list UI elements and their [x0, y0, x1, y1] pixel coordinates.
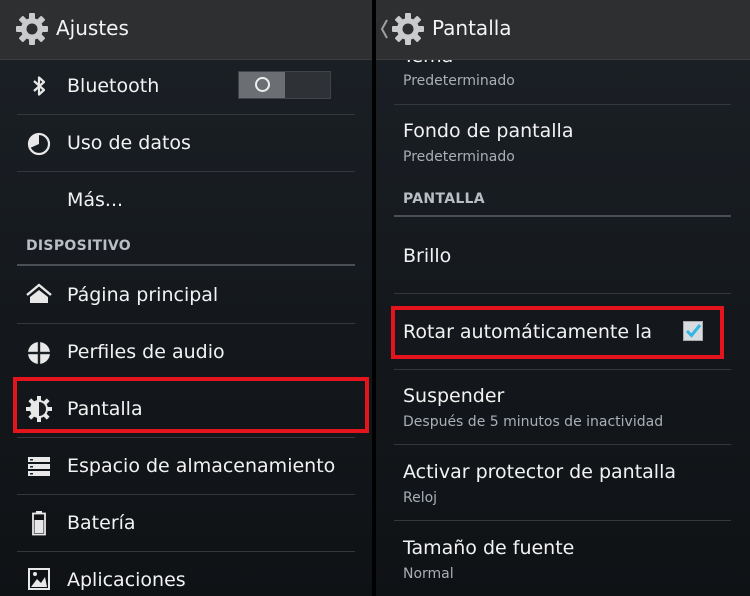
- settings-gear-icon[interactable]: [15, 12, 49, 46]
- setting-title: Activar protector de pantalla: [403, 461, 676, 483]
- setting-subtitle: Reloj: [403, 490, 438, 506]
- audio-profiles-icon: [28, 342, 50, 364]
- battery-icon: [32, 511, 46, 536]
- display-action-bar: Pantalla: [376, 0, 750, 60]
- divider: [394, 520, 731, 521]
- divider: [394, 293, 731, 294]
- setting-subtitle: Predeterminado: [403, 73, 515, 89]
- bluetooth-icon: [33, 76, 46, 96]
- settings-item-audio-profiles[interactable]: Perfiles de audio: [17, 324, 355, 380]
- highlight-box: [391, 306, 724, 359]
- divider: [394, 369, 731, 370]
- divider: [394, 104, 731, 105]
- divider: [394, 444, 731, 445]
- settings-item-label: Espacio de almacenamiento: [67, 455, 336, 477]
- settings-item-label: Más...: [67, 189, 124, 211]
- settings-item-label: Uso de datos: [67, 132, 191, 154]
- section-header-device: DISPOSITIVO: [26, 238, 131, 254]
- data-usage-icon: [27, 132, 51, 156]
- settings-item-label: Bluetooth: [67, 75, 160, 97]
- settings-item-label: Perfiles de audio: [67, 341, 225, 363]
- apps-icon: [28, 568, 50, 590]
- setting-title: Suspender: [403, 385, 505, 407]
- settings-item-label: Batería: [67, 512, 136, 534]
- settings-action-bar: Ajustes: [0, 0, 372, 60]
- section-divider: [394, 215, 731, 217]
- display-settings-panel: Tema Predeterminado Pantalla Fondo de p: [376, 0, 750, 596]
- home-icon: [26, 283, 52, 303]
- settings-panel: Ajustes Bluetooth Uso de datos Más... DI…: [0, 0, 372, 596]
- back-chevron-icon[interactable]: [379, 18, 389, 40]
- highlight-box: [13, 377, 369, 433]
- settings-item-battery[interactable]: Batería: [17, 495, 355, 551]
- bluetooth-toggle[interactable]: [238, 71, 331, 99]
- settings-item-more[interactable]: Más...: [17, 172, 355, 228]
- settings-item-label: Página principal: [67, 284, 219, 306]
- settings-item-apps[interactable]: Aplicaciones: [17, 552, 355, 596]
- setting-subtitle: Normal: [403, 566, 454, 582]
- page-title: Pantalla: [432, 16, 512, 40]
- toggle-knob: [239, 72, 285, 98]
- setting-subtitle: Después de 5 minutos de inactividad: [403, 414, 664, 430]
- storage-icon: [28, 457, 50, 476]
- page-title: Ajustes: [56, 16, 129, 40]
- settings-item-home[interactable]: Página principal: [17, 267, 355, 323]
- settings-gear-icon[interactable]: [391, 12, 425, 46]
- section-divider: [17, 264, 355, 266]
- settings-item-data-usage[interactable]: Uso de datos: [17, 115, 355, 171]
- settings-item-label: Aplicaciones: [67, 569, 186, 591]
- setting-title: Fondo de pantalla: [403, 120, 574, 142]
- setting-subtitle: Predeterminado: [403, 149, 515, 165]
- settings-item-storage[interactable]: Espacio de almacenamiento: [17, 438, 355, 494]
- section-header-display: PANTALLA: [403, 191, 485, 207]
- setting-title: Brillo: [403, 245, 452, 267]
- setting-title: Tamaño de fuente: [403, 537, 575, 559]
